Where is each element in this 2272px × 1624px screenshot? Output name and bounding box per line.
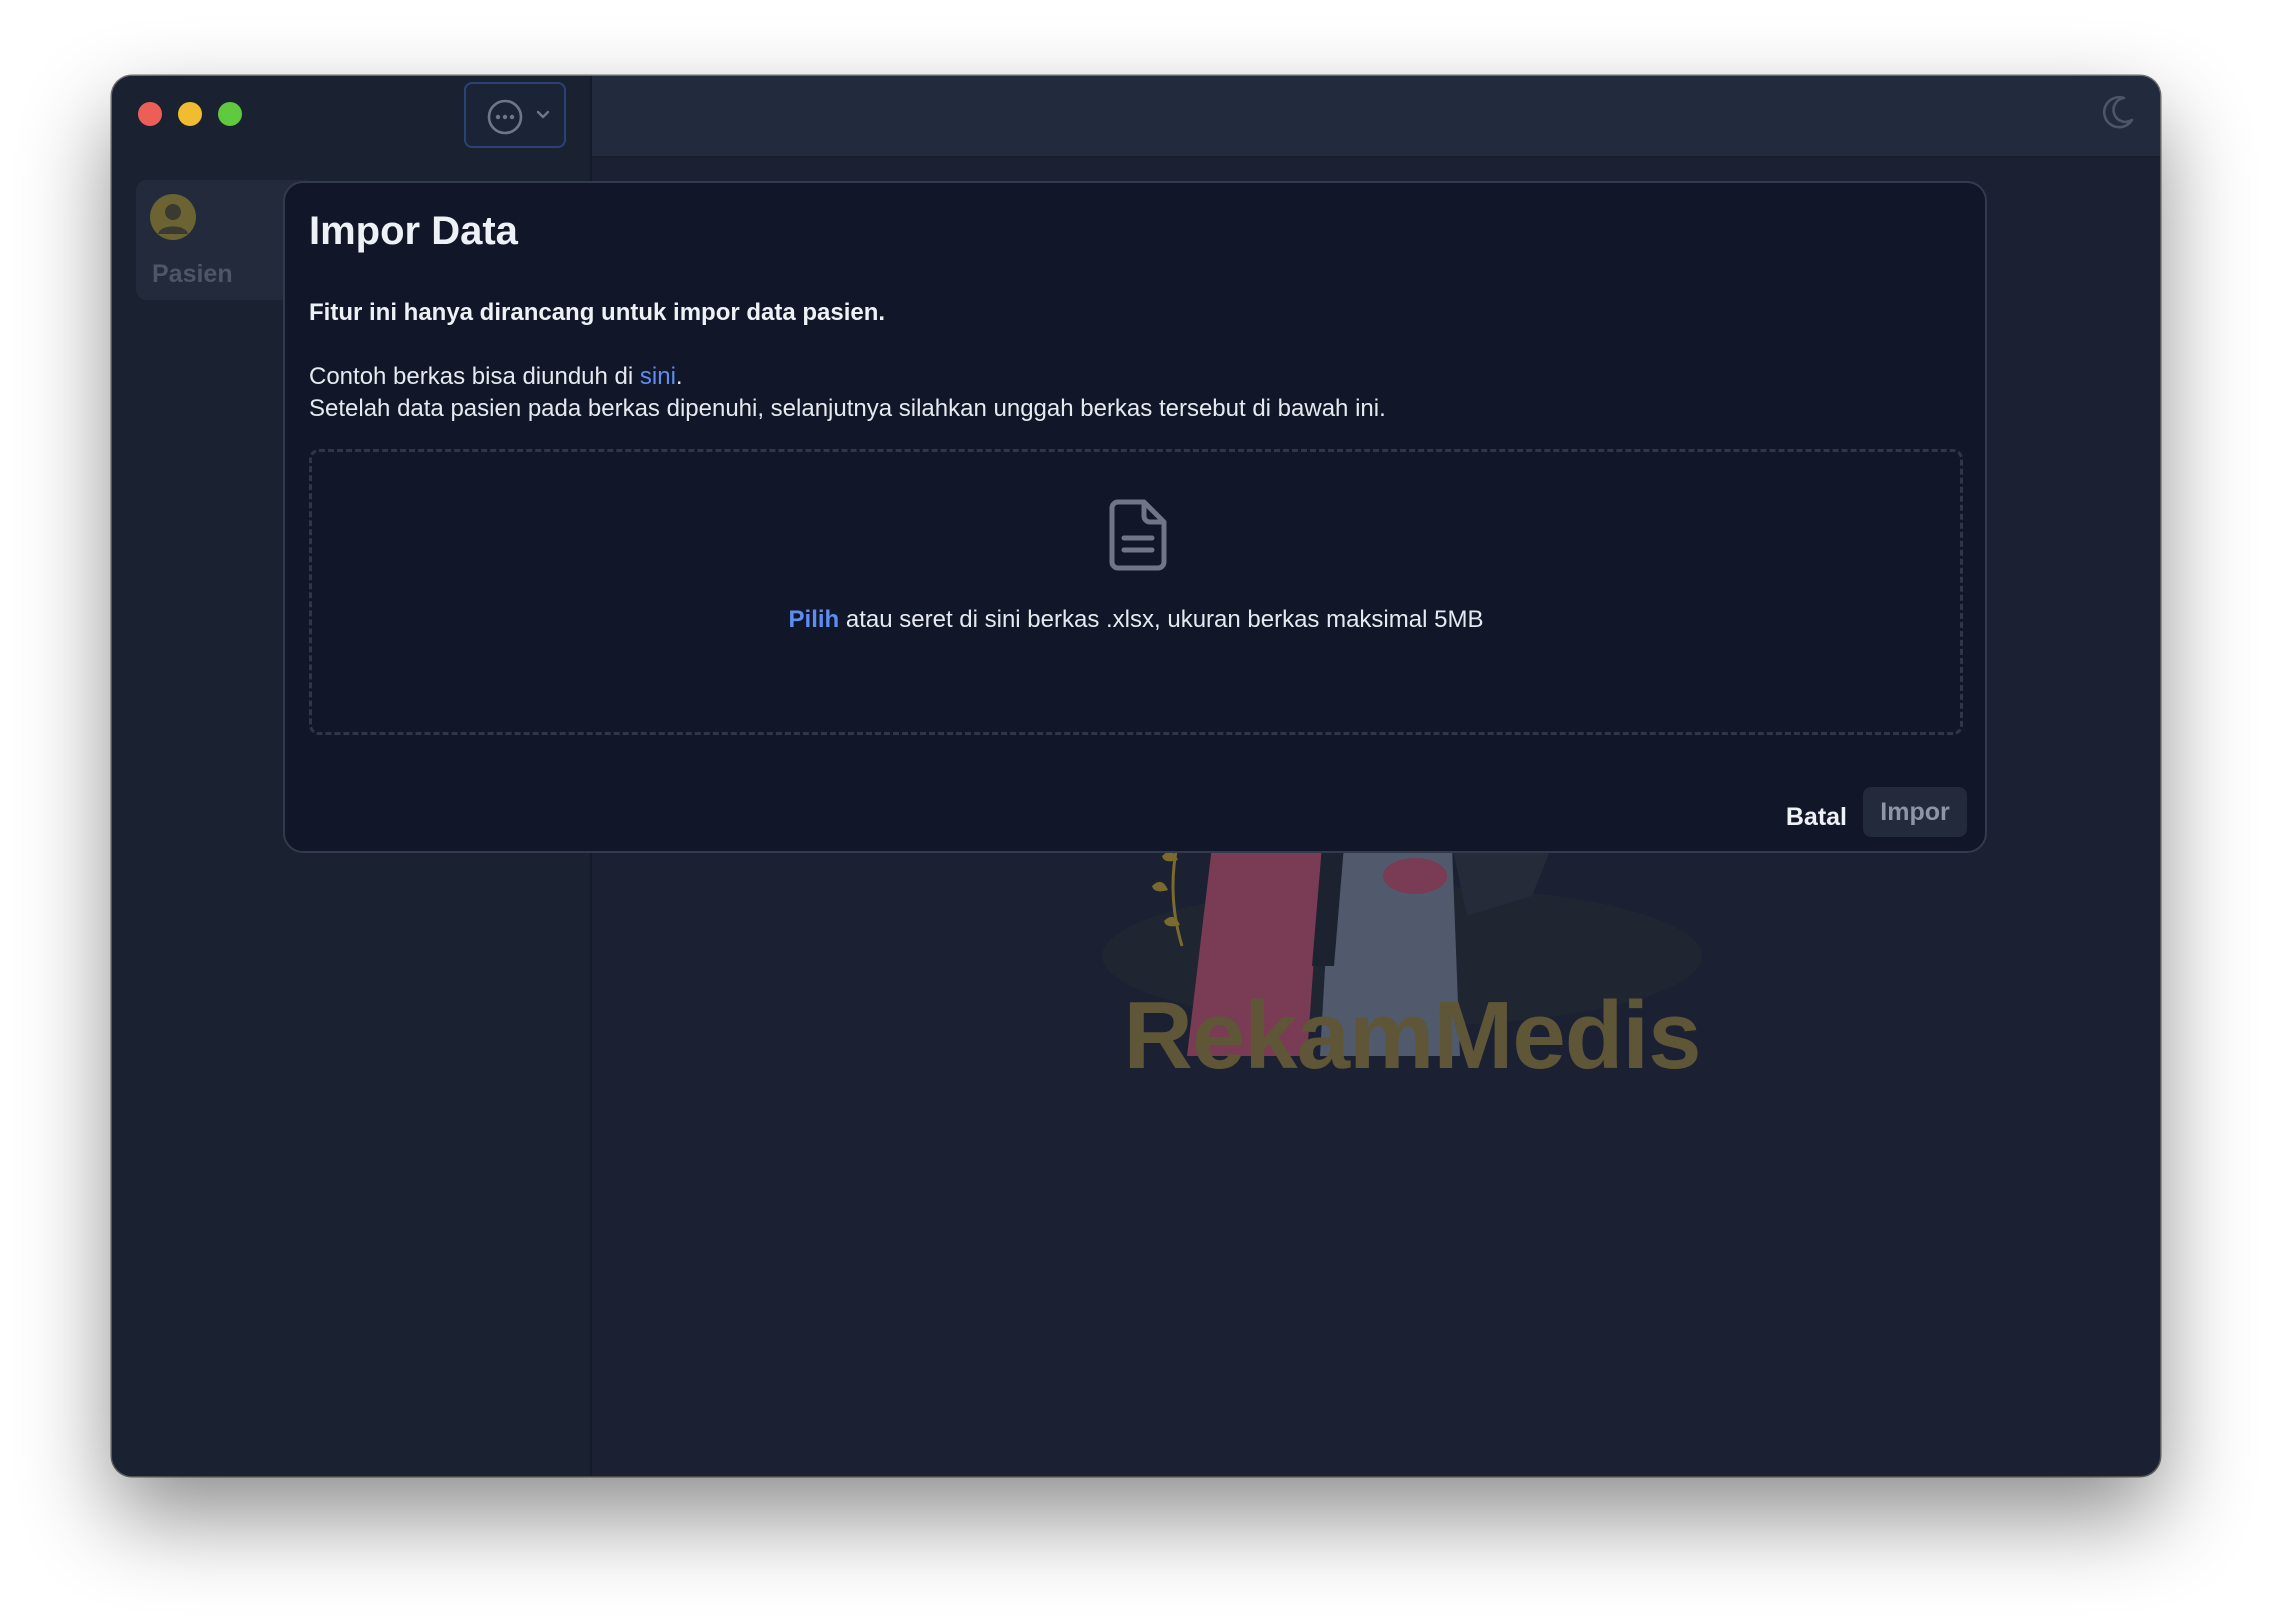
maximize-window-button[interactable] xyxy=(218,102,242,126)
topbar xyxy=(592,76,2160,158)
sidebar-item-label: Pasien xyxy=(152,260,233,288)
import-button[interactable]: Impor xyxy=(1863,787,1967,837)
dialog-lead-text: Fitur ini hanya dirancang untuk impor da… xyxy=(309,299,886,326)
instruction-text: Setelah data pasien pada berkas dipenuhi… xyxy=(309,395,1386,422)
app-menu-button[interactable] xyxy=(464,82,566,148)
close-window-button[interactable] xyxy=(138,102,162,126)
user-circle-icon xyxy=(150,194,196,240)
ellipsis-circle-icon xyxy=(487,99,523,135)
chevron-down-icon xyxy=(536,110,550,119)
example-prefix: Contoh berkas bisa diunduh di xyxy=(309,363,640,390)
example-suffix: . xyxy=(675,363,683,390)
dropzone-hint: Pilih atau seret di sini berkas .xlsx, u… xyxy=(312,606,1960,634)
brand-logo-text: RekamMedis xyxy=(1123,982,1702,1089)
import-data-dialog: Impor Data Fitur ini hanya dirancang unt… xyxy=(283,181,1987,853)
dropzone-hint-text: atau seret di sini berkas .xlsx, ukuran … xyxy=(839,606,1484,633)
app-window: Pasien RekamMedis Impor Data Fitur ini h… xyxy=(112,76,2160,1476)
pick-file-link[interactable]: Pilih xyxy=(789,606,840,633)
cancel-button[interactable]: Batal xyxy=(1770,793,1863,842)
document-icon xyxy=(1109,499,1167,571)
file-dropzone[interactable]: Pilih atau seret di sini berkas .xlsx, u… xyxy=(309,449,1963,735)
dialog-title: Impor Data xyxy=(309,209,518,253)
minimize-window-button[interactable] xyxy=(178,102,202,126)
example-file-text: Contoh berkas bisa diunduh di sini. xyxy=(309,363,683,391)
example-file-link[interactable]: sini xyxy=(640,363,676,390)
moon-icon[interactable] xyxy=(2098,92,2138,132)
